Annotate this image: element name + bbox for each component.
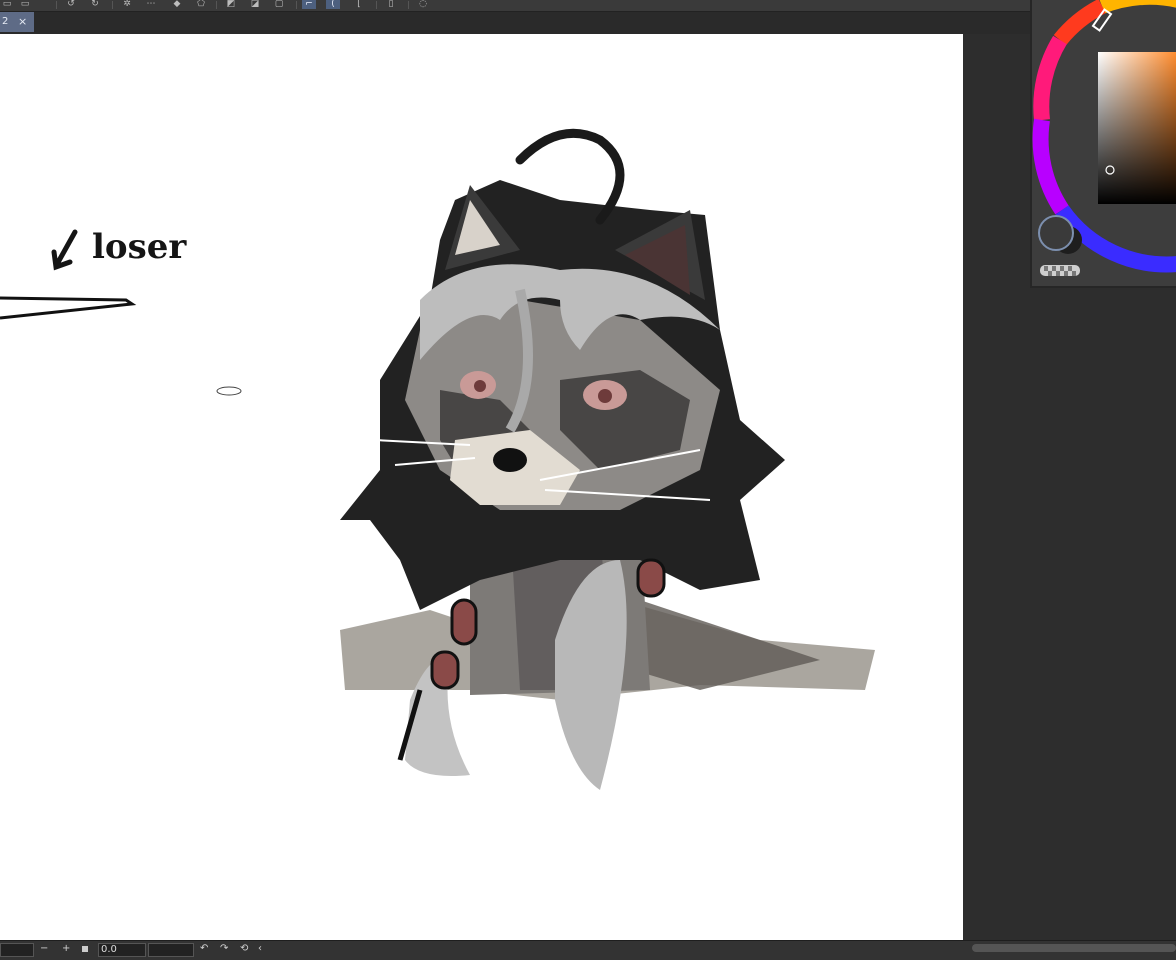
toolbar-divider [56, 1, 57, 9]
stop-icon[interactable] [82, 946, 88, 952]
color-wheel-panel [1030, 0, 1176, 288]
fill-icon[interactable]: ◆ [170, 0, 184, 9]
layer-icon[interactable]: ▭ [18, 0, 32, 9]
clear-icon[interactable]: ▢ [272, 0, 286, 9]
annotation-text: loser [92, 227, 187, 267]
toolbar-divider [296, 1, 297, 9]
toolbar-divider [216, 1, 217, 9]
select-icon[interactable]: ◩ [224, 0, 238, 9]
reset-rotation-button[interactable]: ⟲ [240, 943, 248, 955]
pen-stroke [0, 296, 137, 320]
lasso-add-icon[interactable]: ↻ [88, 0, 102, 9]
navigator-thumbnail[interactable] [0, 943, 34, 957]
command-toolbar: ▭ ▭ ↺ ↻ ✲ ⋯ ◆ ⬠ ◩ ◪ ▢ ⌐ ( ⌊ ▯ ◌ [0, 0, 1030, 12]
horizontal-scrollbar[interactable] [972, 944, 1176, 952]
lasso-icon[interactable]: ↺ [64, 0, 78, 9]
rotate-right-button[interactable]: ↷ [220, 943, 228, 955]
undo-icon[interactable]: ▭ [0, 0, 14, 9]
pen-icon[interactable]: ⌐ [302, 0, 316, 9]
document-tab-bar: 2 × [0, 12, 1030, 34]
toolbar-divider [112, 1, 113, 9]
loading-spinner-icon[interactable]: ✲ [120, 0, 134, 9]
annotation-arrow [51, 229, 78, 271]
ruler-icon[interactable]: ⌊ [352, 0, 366, 9]
document-tab-number: 2 [2, 16, 9, 27]
device-icon[interactable]: ▯ [384, 0, 398, 9]
status-bar: − + 0.0 ↶ ↷ ⟲ ‹ [0, 940, 1176, 960]
bead-left-bottom [430, 650, 460, 690]
grid-icon[interactable]: ⋯ [144, 0, 158, 9]
toolbar-divider [408, 1, 409, 9]
select-invert-icon[interactable]: ◪ [248, 0, 262, 9]
collapse-button[interactable]: ‹ [258, 943, 262, 955]
zoom-out-button[interactable]: − [40, 943, 48, 955]
main-color-swatch[interactable] [1038, 215, 1074, 251]
toolbar-divider [376, 1, 377, 9]
rotate-left-button[interactable]: ↶ [200, 943, 208, 955]
color-wheel[interactable] [1032, 0, 1176, 286]
saturation-value-shade [1098, 52, 1176, 204]
rotation-input[interactable]: 0.0 [98, 943, 146, 957]
bead-right [636, 558, 666, 598]
right-pupil [598, 389, 612, 403]
zoom-slider[interactable] [148, 943, 194, 957]
zoom-in-button[interactable]: + [62, 943, 70, 955]
nose-shape [493, 448, 527, 472]
hue-ring-yellow [1099, 0, 1176, 14]
speech-icon[interactable]: ◌ [416, 0, 430, 9]
close-icon[interactable]: × [18, 15, 27, 28]
small-scribble [216, 386, 242, 396]
left-pupil [474, 380, 486, 392]
drawing-canvas[interactable]: loser [0, 34, 963, 940]
transform-icon[interactable]: ⬠ [194, 0, 208, 9]
curve-icon[interactable]: ( [326, 0, 340, 9]
bead-left-top [450, 598, 478, 646]
hue-ring-purple [1032, 118, 1069, 215]
artwork-illustration: loser [0, 128, 875, 790]
hue-ring-magenta [1033, 35, 1067, 121]
document-tab[interactable]: 2 × [0, 12, 34, 32]
